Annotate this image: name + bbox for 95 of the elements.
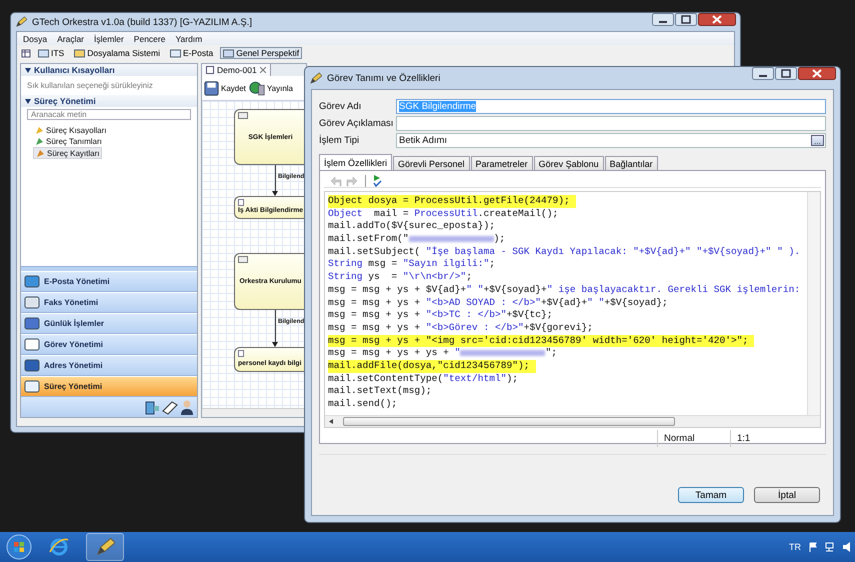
scrollbar-track[interactable] [807, 192, 820, 415]
script-icon [238, 199, 244, 206]
nav-button[interactable]: Adres Yönetimi [21, 355, 197, 376]
toolbar-button[interactable]: ITS [35, 47, 68, 59]
tab[interactable]: Bağlantılar [604, 156, 658, 170]
module-icon [24, 274, 40, 289]
nav-button[interactable]: E-Posta Yönetimi [21, 271, 197, 292]
document-icon [206, 66, 214, 74]
toolbar-button[interactable]: Kaydet [204, 80, 246, 96]
module-icon [24, 337, 40, 352]
nav-button[interactable]: Günlük İşlemler [21, 313, 197, 334]
dialog-button[interactable]: Tamam [678, 487, 744, 503]
flag-icon[interactable] [808, 542, 818, 552]
code-line: mail.setContentType("text/html"); [328, 372, 520, 386]
code-line: mail.setFrom(" ); [328, 233, 506, 246]
collapse-arrow-icon[interactable] [25, 68, 31, 72]
module-icon [24, 379, 40, 394]
minimize-icon[interactable] [652, 13, 674, 26]
nav-button[interactable]: Süreç Yönetimi [21, 376, 197, 397]
menu-item[interactable]: Yardım [175, 34, 202, 44]
code-line: mail.send(); [328, 398, 398, 411]
tree-item[interactable]: Süreç Kısayolları [33, 125, 108, 135]
tab[interactable]: Görevli Personel [393, 156, 470, 170]
code-line: msg = msg + ys + "<b>Görev : </b>"+$V{gorevi}; [328, 322, 594, 335]
browse-button[interactable]: ... [811, 135, 824, 146]
module-icon [24, 295, 40, 310]
collapse-arrow-icon[interactable] [25, 98, 31, 104]
close-icon[interactable] [260, 67, 266, 73]
speaker-icon[interactable] [843, 542, 851, 552]
toolbar-button[interactable]: Genel Perspektif [220, 47, 302, 59]
language-indicator[interactable]: TR [789, 542, 801, 552]
status-text: Normal [657, 430, 730, 447]
script-icon [238, 350, 244, 357]
code-line: String msg = "Sayın ilgili:"; [328, 258, 496, 272]
menu-item[interactable]: Araçlar [57, 34, 84, 44]
globe-server-icon [248, 80, 265, 96]
person-icon[interactable] [180, 399, 194, 415]
field-label: İşlem Tipi [319, 135, 360, 146]
close-icon[interactable] [698, 13, 736, 26]
save-icon [204, 80, 219, 96]
code-line: String ys = "\r\n<br/>"; [328, 271, 473, 284]
minimize-icon[interactable] [752, 67, 774, 80]
nav-button[interactable]: Faks Yönetimi [21, 292, 197, 313]
menu-item[interactable]: Dosya [23, 34, 48, 44]
close-icon[interactable] [798, 67, 836, 80]
tab[interactable]: İşlem Özellikleri [319, 154, 392, 170]
tree-item[interactable]: Süreç Tanımları [33, 136, 104, 146]
toolbar-button[interactable]: Dosyalama Sistemi [71, 47, 163, 59]
tab[interactable]: Görev Şablonu [534, 156, 604, 170]
status-text: 1:1 [730, 430, 821, 447]
code-line: mail.setSubject( "İşe başlama - SGK Kaydı Yapılacak: "+$V{ad}+" "+$V{soyad}+" " ). [328, 246, 802, 258]
code-line: msg = msg + ys + ys + " "; [328, 347, 558, 360]
run-check-icon[interactable] [373, 175, 382, 187]
tab[interactable]: Parametreler [470, 156, 533, 170]
toolbar-button[interactable]: Yayınla [248, 80, 293, 96]
folder-icon [74, 48, 86, 58]
process-icon [238, 112, 248, 119]
code-line: msg = msg + ys + $V{ad}+" "+$V{soyad}+" işe başlayacaktır. Gerekli SGK işlemlerin: [328, 284, 802, 296]
maximize-icon[interactable] [775, 67, 797, 80]
tree-item[interactable]: Süreç Kayıtları [33, 147, 102, 159]
scrollbar-thumb[interactable] [343, 417, 675, 426]
maximize-icon[interactable] [675, 13, 697, 26]
hint-text: Sık kullanılan seçeneği sürükleyiniz [26, 80, 154, 92]
input-field[interactable]: Betik Adımı ... [396, 133, 826, 148]
scroll-left-icon[interactable] [329, 419, 333, 424]
code-line: mail.setText(msg); [328, 385, 433, 398]
code-line: msg = msg + ys + "<b>AD SOYAD : </b>"+$V{ad}+" "+$V{soyad}; [328, 296, 669, 310]
pencil-icon[interactable] [95, 537, 115, 557]
dialog-button[interactable]: İptal [754, 487, 820, 503]
grid-icon[interactable] [21, 48, 31, 58]
search-field[interactable]: Aranacak metin [27, 109, 191, 120]
process-icon [238, 256, 248, 263]
code-line: mail.addTo($V{surec_eposta}); [328, 220, 496, 234]
module-icon [24, 358, 40, 373]
server-icon[interactable] [144, 400, 160, 414]
scrollbar-track[interactable] [202, 408, 306, 417]
start-button[interactable] [6, 534, 32, 560]
menu-item[interactable]: İşlemler [94, 34, 124, 44]
field-label: Görev Açıklaması [319, 118, 394, 129]
code-line: msg = msg + ys + "<b>TC : </b>"+$V{tc}; [328, 309, 554, 322]
nav-button[interactable]: Görev Yönetimi [21, 334, 197, 355]
window-title: GTech Orkestra v1.0a (build 1337) [G-YAZILIM A.Ş.] [32, 16, 253, 28]
field-label: Görev Adı [319, 101, 362, 112]
module-icon [24, 316, 40, 331]
code-line: Object mail = ProcessUtil.createMail(); [328, 208, 560, 220]
pencil-icon [309, 72, 322, 84]
input-field[interactable] [396, 116, 826, 131]
toolbar-button[interactable]: E-Posta [166, 47, 216, 59]
pencil-icon [15, 16, 27, 28]
dialog-title: Görev Tanımı ve Özellikleri [327, 72, 442, 84]
window-icon [223, 48, 234, 58]
editor-tab[interactable]: Demo-001 [202, 64, 271, 76]
code-editor[interactable] [324, 191, 821, 428]
menu-item[interactable]: Pencere [134, 34, 166, 44]
browser-icon[interactable] [48, 536, 70, 558]
